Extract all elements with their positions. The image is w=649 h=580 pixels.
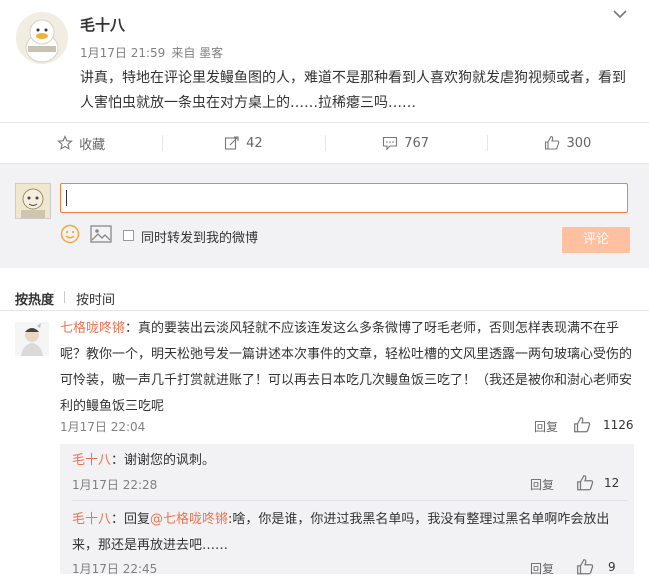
submit-comment-button[interactable]: 评论 xyxy=(562,227,630,253)
reply-text: ：谢谢您的讽刺。 xyxy=(111,453,216,468)
reply-username[interactable]: 毛十八 xyxy=(72,512,111,527)
like-button[interactable]: 300 xyxy=(486,123,649,163)
author-avatar[interactable] xyxy=(16,12,68,64)
thumbs-up-icon[interactable] xyxy=(576,558,594,580)
chevron-down-icon[interactable] xyxy=(612,6,628,27)
comment-like-count: 1126 xyxy=(603,418,634,432)
tab-sort-time[interactable]: 按时间 xyxy=(76,289,115,308)
repost-count: 42 xyxy=(246,135,263,151)
reply-time: 1月17日 22:28 xyxy=(72,478,158,492)
comment-text: ：真的要装出云淡风轻就不应该连发这么多条微博了呀毛老师，否则怎样表现满不在乎呢？… xyxy=(60,321,633,414)
reply-body: 毛十八：回复@七格咙咚锵:啥，你是谁，你进过我黑名单吗，我没有整理过黑名单啊咋会… xyxy=(72,507,628,559)
comment-input[interactable] xyxy=(60,183,628,213)
repost-icon xyxy=(225,136,239,150)
comment-time: 1月17日 22:04 xyxy=(60,420,146,434)
reply-prefix: ：回复 xyxy=(111,512,151,527)
comment-body: 七格咙咚锵：真的要装出云淡风轻就不应该连发这么多条微博了呀毛老师，否则怎样表现满… xyxy=(60,316,632,420)
post-meta: 1月17日 21:59 来自 墨客 xyxy=(80,44,223,61)
repost-button[interactable]: 42 xyxy=(162,123,324,163)
post-text: 讲真，特地在评论里发鳗鱼图的人，难道不是那种看到人喜欢狗就发虐狗视频或者，看到人… xyxy=(80,70,626,111)
reply-username[interactable]: 毛十八 xyxy=(72,453,111,468)
star-icon xyxy=(57,135,73,150)
emoji-icon[interactable] xyxy=(60,224,80,248)
commenter-avatar[interactable] xyxy=(15,322,49,356)
reply-time: 1月17日 22:45 xyxy=(72,562,158,576)
reply-mention[interactable]: @七格咙咚锵 xyxy=(150,512,228,527)
comment-count: 767 xyxy=(404,135,430,151)
divider xyxy=(64,291,65,303)
text-caret xyxy=(66,190,67,206)
source-prefix: 来自 xyxy=(171,46,196,60)
comment-username[interactable]: 七格咙咚锵 xyxy=(60,321,125,336)
repost-checkbox-label[interactable]: 同时转发到我的微博 xyxy=(141,227,258,246)
post-date[interactable]: 1月17日 21:59 xyxy=(80,46,165,60)
my-avatar[interactable] xyxy=(15,183,51,219)
reply-button[interactable]: 回复 xyxy=(530,560,554,577)
favorite-button[interactable]: 收藏 xyxy=(0,123,162,163)
reply-body: 毛十八：谢谢您的讽刺。 xyxy=(72,448,215,474)
tab-sort-hot[interactable]: 按热度 xyxy=(15,289,54,308)
reply-button[interactable]: 回复 xyxy=(530,476,554,493)
reply-like-count: 12 xyxy=(604,476,620,490)
author-name[interactable]: 毛十八 xyxy=(80,14,125,35)
favorite-label: 收藏 xyxy=(79,137,106,153)
thumbs-up-icon[interactable] xyxy=(576,474,594,496)
thumbs-up-icon xyxy=(545,135,560,150)
post-source[interactable]: 墨客 xyxy=(199,46,223,60)
thumbs-up-icon[interactable] xyxy=(573,416,591,438)
comment-icon xyxy=(383,136,398,151)
reply-like-count: 9 xyxy=(608,560,616,574)
repost-checkbox[interactable] xyxy=(123,230,134,241)
image-icon[interactable] xyxy=(90,225,112,247)
divider xyxy=(72,500,628,501)
action-bar: 收藏 42 767 300 xyxy=(0,123,649,163)
reply-button[interactable]: 回复 xyxy=(534,418,558,435)
like-count: 300 xyxy=(566,135,592,151)
comment-composer xyxy=(0,164,649,268)
divider xyxy=(0,310,649,311)
comment-button[interactable]: 767 xyxy=(324,123,487,163)
